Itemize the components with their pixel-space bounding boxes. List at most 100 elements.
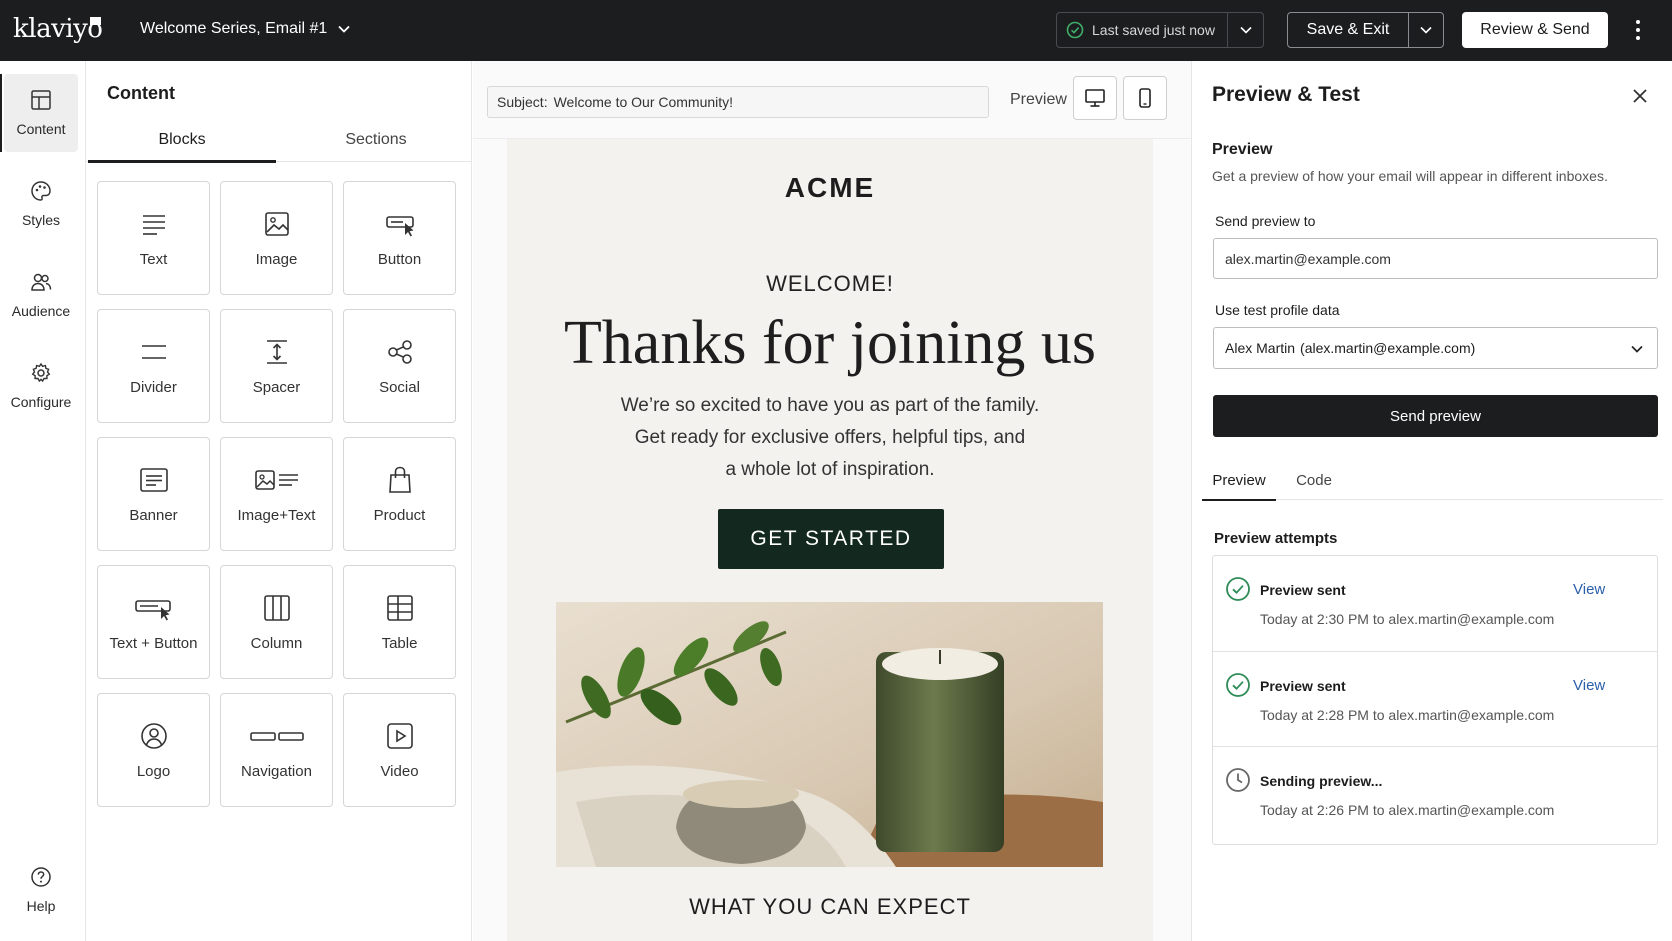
chevron-down-icon [338, 25, 350, 33]
preview-attempts-heading: Preview attempts [1214, 530, 1338, 547]
preview-attempts-list: Preview sent Today at 2:30 PM to alex.ma… [1212, 555, 1658, 845]
save-status-dropdown[interactable] [1228, 13, 1263, 47]
rail-item-content[interactable]: Content [0, 74, 78, 152]
save-exit-group: Save & Exit [1287, 12, 1444, 48]
block-label: Logo [136, 762, 171, 780]
view-link[interactable]: View [1573, 677, 1605, 694]
test-profile-select[interactable]: Alex Martin (alex.martin@example.com) [1213, 327, 1658, 369]
more-options-icon[interactable] [1630, 17, 1646, 43]
block-video[interactable]: Video [343, 693, 456, 807]
block-product[interactable]: Product [343, 437, 456, 551]
left-nav-rail: Content Styles Audience Configure Help [0, 61, 86, 941]
email-canvas: Subject: Welcome to Our Community! Previ… [473, 61, 1191, 941]
body-line: a whole lot of inspiration. [725, 459, 935, 480]
body-line: We’re so excited to have you as part of … [620, 395, 1040, 416]
profile-name: Alex Martin [1225, 340, 1296, 356]
subject-line-field[interactable]: Subject: Welcome to Our Community! [487, 86, 989, 118]
divider-icon [141, 344, 166, 359]
rail-item-label: Styles [21, 212, 61, 228]
block-label: Text + Button [109, 634, 198, 652]
email-body-text[interactable]: We’re so excited to have you as part of … [607, 390, 1053, 486]
block-navigation[interactable]: Navigation [220, 693, 333, 807]
document-title: Welcome Series, Email #1 [140, 20, 328, 37]
review-send-button[interactable]: Review & Send [1462, 12, 1608, 48]
attempt-recipient: to alex.martin@example.com [1372, 611, 1555, 627]
block-spacer[interactable]: Spacer [220, 309, 333, 423]
candle-hero-image[interactable] [556, 602, 1103, 867]
block-image[interactable]: Image [220, 181, 333, 295]
save-options-dropdown[interactable] [1409, 13, 1443, 47]
list-item: Preview sent Today at 2:28 PM to alex.ma… [1213, 651, 1657, 747]
send-preview-button[interactable]: Send preview [1213, 395, 1658, 437]
view-link[interactable]: View [1573, 581, 1605, 598]
klaviyo-logo[interactable]: klaviyo [13, 14, 103, 44]
block-label: Image [255, 250, 298, 268]
subject-value: Welcome to Our Community! [553, 94, 734, 110]
block-text[interactable]: Text [97, 181, 210, 295]
close-icon[interactable] [1630, 86, 1650, 106]
tab-blocks[interactable]: Blocks [86, 118, 278, 163]
block-banner[interactable]: Banner [97, 437, 210, 551]
attempt-time: Today at 2:28 PM [1260, 707, 1369, 723]
help-icon [31, 867, 51, 887]
layout-icon [31, 90, 51, 110]
banner-icon [139, 467, 168, 492]
block-image-text[interactable]: Image+Text [220, 437, 333, 551]
email-brand-logo[interactable]: ACME [507, 172, 1153, 204]
email-headline[interactable]: Thanks for joining us [507, 303, 1153, 383]
block-text-button[interactable]: Text + Button [97, 565, 210, 679]
block-button[interactable]: Button [343, 181, 456, 295]
block-column[interactable]: Column [220, 565, 333, 679]
panel-title: Preview & Test [1212, 83, 1360, 106]
block-logo[interactable]: Logo [97, 693, 210, 807]
tab-sections[interactable]: Sections [280, 118, 472, 162]
content-panel: Content Blocks Sections Text Image Butto… [86, 61, 472, 941]
block-label: Product [373, 506, 426, 524]
tab-code[interactable]: Code [1284, 460, 1344, 500]
rail-item-label: Content [16, 121, 66, 137]
list-item: Sending preview... Today at 2:26 PM to a… [1213, 746, 1657, 842]
rail-item-styles[interactable]: Styles [4, 165, 78, 243]
save-status-text: Last saved just now [1092, 22, 1215, 38]
block-label: Spacer [252, 378, 301, 396]
content-tabs: Blocks Sections [86, 118, 472, 163]
body-line: Get ready for exclusive offers, helpful … [634, 427, 1026, 448]
video-icon [386, 722, 413, 749]
blocks-grid: Text Image Button Divider Spacer Social … [97, 181, 457, 807]
check-circle-icon [1226, 577, 1250, 601]
block-label: Navigation [241, 762, 312, 780]
logo-icon [140, 722, 167, 749]
email-eyebrow[interactable]: WELCOME! [507, 271, 1153, 297]
attempt-recipient: to alex.martin@example.com [1372, 802, 1555, 818]
product-icon [388, 466, 411, 493]
block-label: Divider [130, 378, 177, 396]
tab-preview[interactable]: Preview [1202, 460, 1276, 501]
text-icon [142, 214, 165, 235]
rail-item-configure[interactable]: Configure [4, 347, 78, 425]
email-section-heading[interactable]: WHAT YOU CAN EXPECT [507, 894, 1153, 920]
block-social[interactable]: Social [343, 309, 456, 423]
rail-item-help[interactable]: Help [4, 851, 78, 929]
mobile-preview-button[interactable] [1123, 76, 1167, 120]
preview-code-tabs: Preview Code [1202, 460, 1663, 501]
profile-email: (alex.martin@example.com) [1300, 340, 1476, 356]
block-divider[interactable]: Divider [97, 309, 210, 423]
logo-flag-mark [90, 17, 101, 25]
send-preview-email-input[interactable] [1213, 238, 1658, 279]
rail-item-audience[interactable]: Audience [4, 256, 78, 334]
desktop-icon [1085, 89, 1105, 107]
table-icon [386, 594, 413, 621]
document-title-dropdown[interactable]: Welcome Series, Email #1 [140, 17, 351, 41]
attempt-title: Preview sent [1260, 582, 1346, 598]
check-circle-icon [1066, 21, 1084, 39]
get-started-button[interactable]: GET STARTED [718, 509, 944, 569]
gear-icon [31, 362, 51, 383]
test-profile-label: Use test profile data [1215, 302, 1340, 318]
clock-icon [1226, 768, 1250, 792]
preview-heading: Preview [1212, 141, 1273, 158]
desktop-preview-button[interactable] [1073, 76, 1117, 120]
block-table[interactable]: Table [343, 565, 456, 679]
list-item: Preview sent Today at 2:30 PM to alex.ma… [1213, 556, 1657, 652]
save-exit-button[interactable]: Save & Exit [1288, 13, 1409, 47]
chevron-down-icon [1420, 26, 1432, 34]
